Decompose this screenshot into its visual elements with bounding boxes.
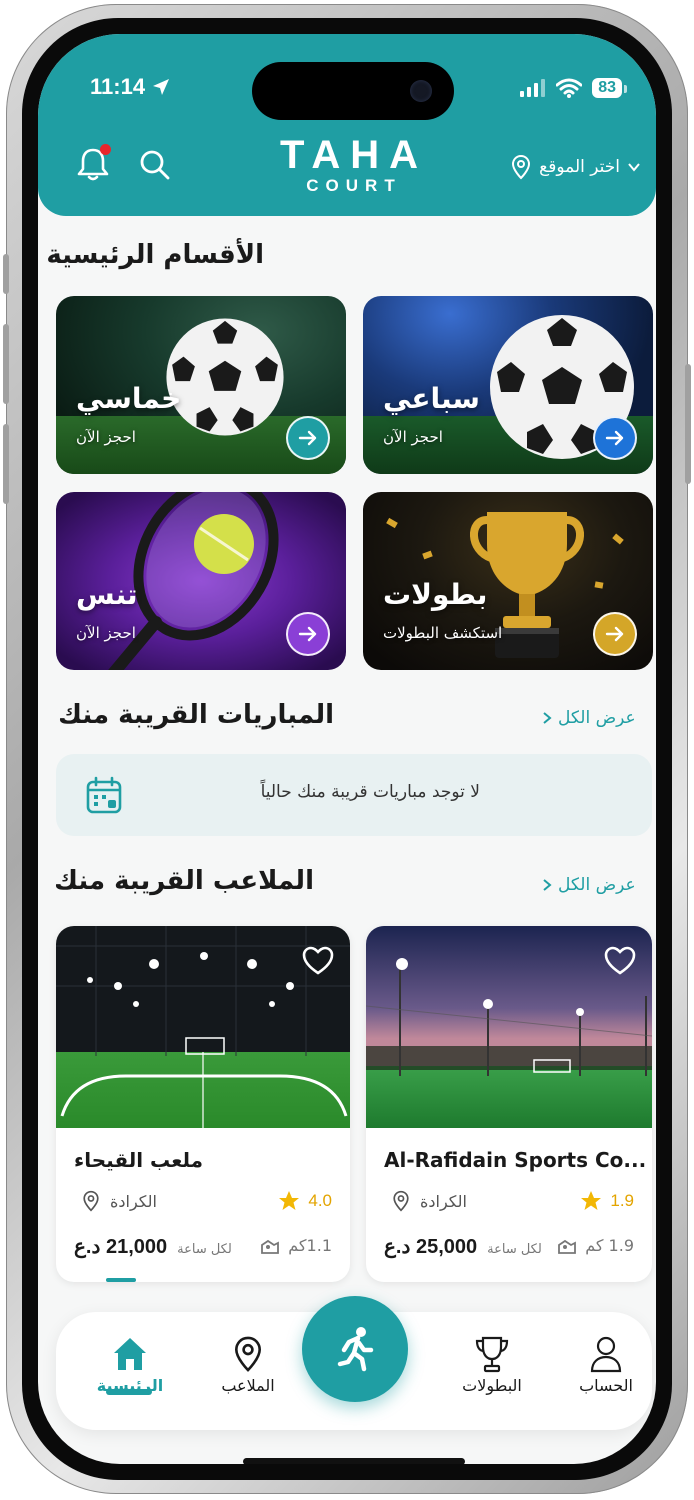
search-icon[interactable] (138, 148, 172, 182)
star-icon (581, 1191, 602, 1210)
running-person-icon (337, 1327, 374, 1372)
venue-rating: 4.0 (278, 1190, 332, 1212)
category-card-khumasi[interactable]: خماسي احجز الآن (56, 296, 346, 474)
category-action: احجز الآن (76, 428, 136, 446)
dynamic-island (252, 62, 454, 120)
nav-home[interactable]: الرئيسية (80, 1332, 180, 1395)
venue-price: لكل ساعة 25,000 د.ع (384, 1236, 542, 1258)
empty-matches-text: لا توجد مباريات قريبة منك حالياً (260, 782, 480, 802)
battery-indicator: 83 (592, 78, 627, 98)
home-indicator[interactable] (243, 1458, 465, 1464)
see-all-venues-link[interactable]: عرض الكل (542, 875, 636, 895)
home-icon (114, 1338, 146, 1370)
category-card-sabaei[interactable]: سباعي احجز الآن (363, 296, 653, 474)
calendar-icon (86, 776, 122, 814)
category-name: تنس (76, 578, 138, 611)
app-screen: 11:14 83 TAHA COURT اختر الموقع الأقسام … (38, 34, 656, 1464)
section-title-venues: الملاعب القريبة منك (54, 866, 314, 896)
app-header: 11:14 83 TAHA COURT اختر الموقع (38, 34, 656, 216)
venue-name: Al-Rafidain Sports Co... (384, 1148, 647, 1172)
favorite-heart-icon[interactable] (604, 946, 636, 976)
arrow-right-icon[interactable] (286, 416, 330, 460)
route-icon (261, 1239, 280, 1254)
category-name: سباعي (383, 382, 480, 415)
nav-active-indicator (106, 1389, 152, 1395)
route-icon (558, 1239, 577, 1254)
arrow-right-icon[interactable] (286, 612, 330, 656)
map-pin-icon (234, 1336, 262, 1372)
venue-rating: 1.9 (580, 1190, 634, 1212)
venue-distance: 1.9 كم (557, 1236, 634, 1255)
app-logo: TAHA COURT (279, 133, 429, 195)
wifi-icon (556, 78, 583, 98)
empty-matches-card: لا توجد مباريات قريبة منك حالياً (56, 754, 652, 836)
category-action: احجز الآن (76, 624, 136, 642)
category-card-tennis[interactable]: تنس احجز الآن (56, 492, 346, 670)
phone-bezel: 11:14 83 TAHA COURT اختر الموقع الأقسام … (22, 18, 672, 1480)
football-icon (166, 318, 284, 436)
section-title-categories: الأقسام الرئيسية (46, 240, 264, 270)
status-time: 11:14 (90, 74, 171, 100)
arrow-right-icon[interactable] (593, 416, 637, 460)
category-action: استكشف البطولات (383, 624, 503, 642)
category-card-tournaments[interactable]: بطولات استكشف البطولات (363, 492, 653, 670)
status-icons: 83 (520, 78, 627, 98)
user-icon (590, 1336, 622, 1373)
chevron-down-icon (628, 163, 640, 172)
venue-card[interactable]: Al-Rafidain Sports Co... الكرادة 1.9 لكل… (366, 926, 652, 1282)
location-selector[interactable]: اختر الموقع (511, 154, 640, 180)
map-pin-icon (83, 1190, 99, 1212)
section-title-matches: المباريات القريبة منك (58, 700, 334, 730)
map-pin-icon (512, 154, 531, 180)
arrow-right-icon[interactable] (593, 612, 637, 656)
nav-fields[interactable]: الملاعب (198, 1332, 298, 1395)
location-arrow-icon (153, 79, 170, 95)
venue-price: لكل ساعة 21,000 د.ع (74, 1236, 232, 1258)
category-name: بطولات (383, 578, 488, 611)
category-name: خماسي (76, 382, 182, 415)
venue-name: ملعب القيحاء (74, 1148, 204, 1172)
map-pin-icon (393, 1190, 409, 1212)
venue-distance: 1.1كم (260, 1236, 332, 1255)
favorite-heart-icon[interactable] (302, 946, 334, 976)
venue-area: الكرادة (82, 1190, 157, 1212)
nav-account[interactable]: الحساب (556, 1332, 656, 1395)
nav-tournaments[interactable]: البطولات (442, 1332, 542, 1395)
location-label: اختر الموقع (539, 157, 620, 177)
category-action: احجز الآن (383, 428, 443, 446)
phone-frame: 11:14 83 TAHA COURT اختر الموقع الأقسام … (3, 4, 691, 1494)
notification-badge (100, 144, 111, 155)
star-icon (279, 1191, 300, 1210)
venue-card[interactable]: ملعب القيحاء الكرادة 4.0 لكل ساعة 21,000… (56, 926, 350, 1282)
carousel-indicator (106, 1278, 136, 1282)
trophy-icon (475, 1336, 509, 1373)
quick-play-button[interactable] (302, 1296, 408, 1402)
signal-icon (520, 79, 546, 97)
see-all-matches-link[interactable]: عرض الكل (542, 708, 636, 728)
venue-area: الكرادة (392, 1190, 467, 1212)
chevron-right-icon (543, 712, 552, 724)
chevron-right-icon (543, 879, 552, 891)
